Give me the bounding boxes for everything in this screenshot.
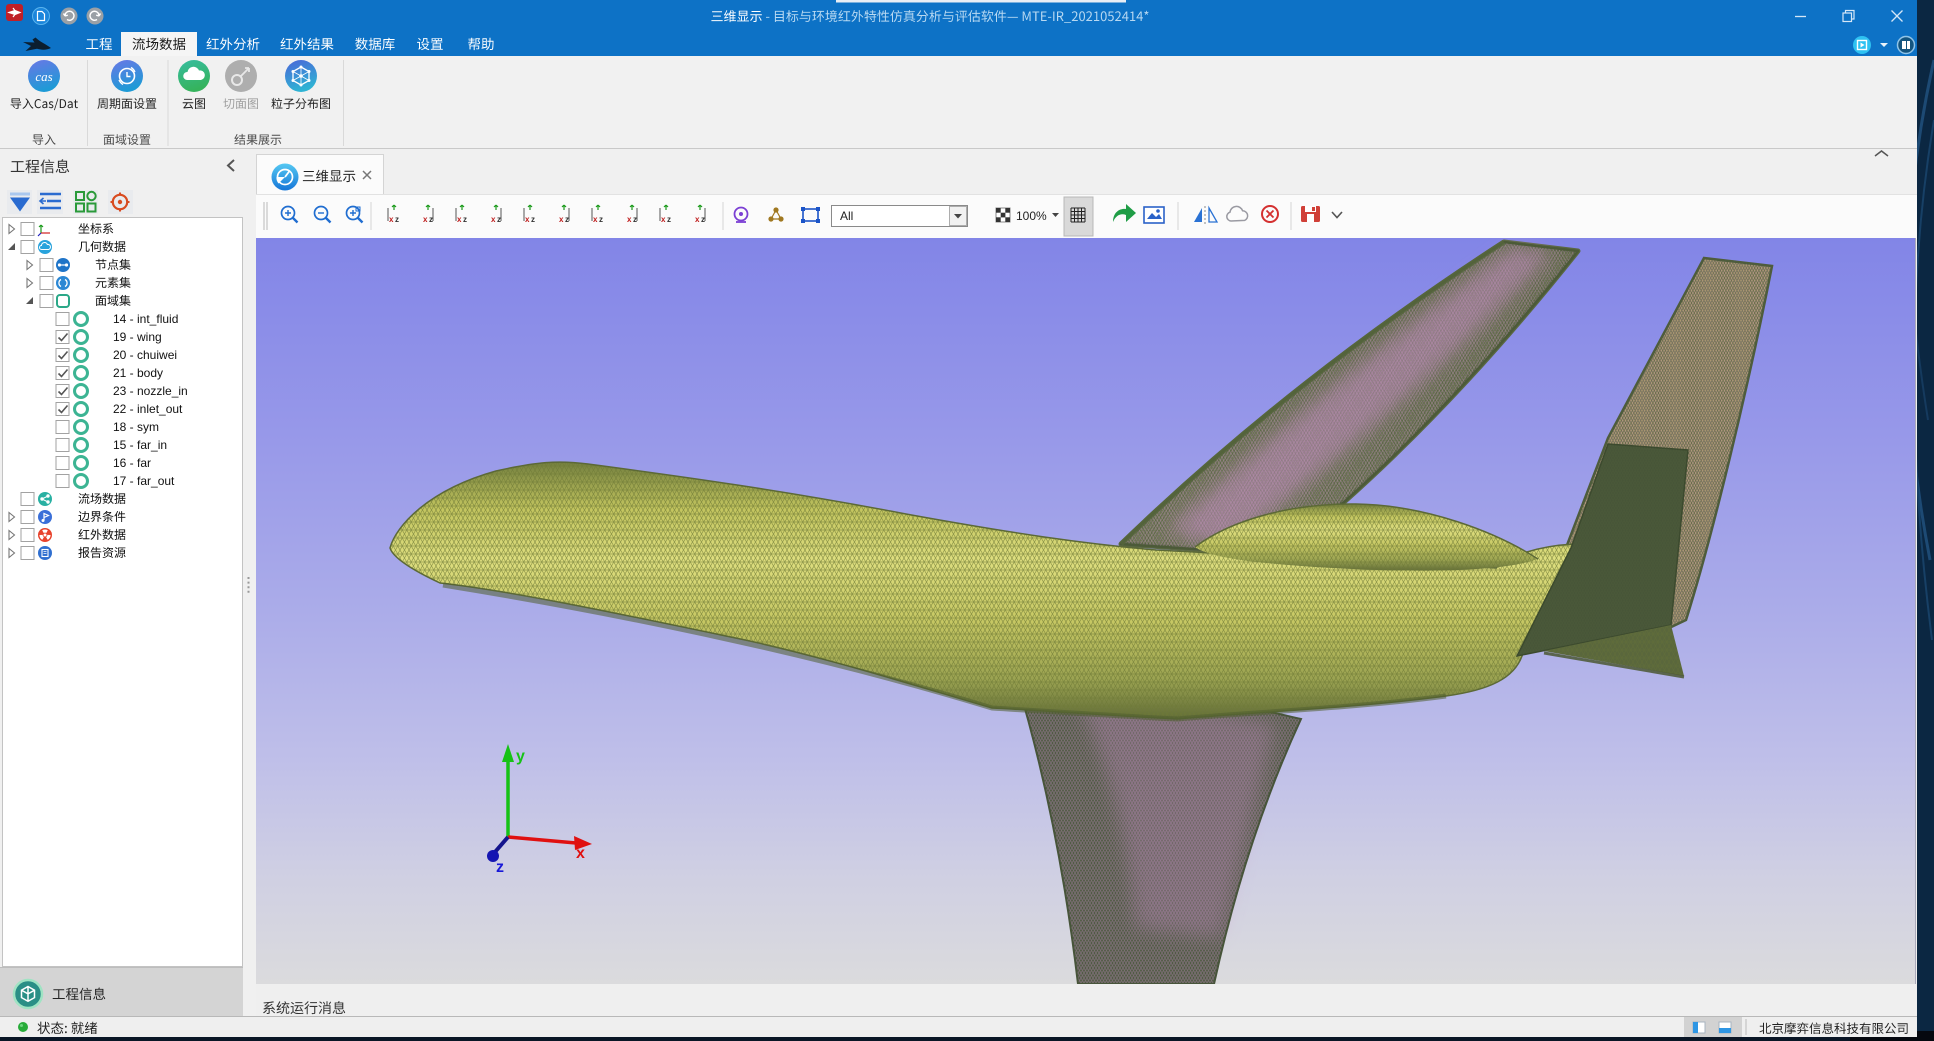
svg-text:z: z [701, 215, 705, 224]
svg-text:100%: 100% [1016, 209, 1047, 223]
svg-text:20 - chuiwei: 20 - chuiwei [113, 348, 177, 362]
svg-text:z: z [633, 215, 637, 224]
svg-text:z: z [565, 215, 569, 224]
svg-text:cas: cas [35, 69, 52, 84]
svg-text:19 - wing: 19 - wing [113, 330, 162, 344]
svg-text:x: x [525, 215, 530, 224]
svg-text:x: x [695, 215, 700, 224]
svg-text:z: z [429, 215, 433, 224]
svg-text:z: z [531, 215, 535, 224]
svg-text:x: x [491, 215, 496, 224]
svg-text:x: x [389, 215, 394, 224]
svg-text:15 - far_in: 15 - far_in [113, 438, 167, 452]
svg-text:x: x [627, 215, 632, 224]
svg-text:z: z [667, 215, 671, 224]
svg-text:14 - int_fluid: 14 - int_fluid [113, 312, 178, 326]
svg-text:z: z [463, 215, 467, 224]
svg-text:21 - body: 21 - body [113, 366, 163, 380]
svg-text:x: x [661, 215, 666, 224]
svg-text:22 - inlet_out: 22 - inlet_out [113, 402, 183, 416]
svg-text:x: x [423, 215, 428, 224]
svg-text:z: z [497, 215, 501, 224]
svg-text:z: z [395, 215, 399, 224]
svg-text:18 - sym: 18 - sym [113, 420, 159, 434]
svg-text:z: z [599, 215, 603, 224]
svg-text:17 - far_out: 17 - far_out [113, 474, 175, 488]
svg-text:23 - nozzle_in: 23 - nozzle_in [113, 384, 188, 398]
svg-text:All: All [840, 209, 853, 223]
svg-text:x: x [559, 215, 564, 224]
svg-text:16 - far: 16 - far [113, 456, 151, 470]
svg-text:x: x [593, 215, 598, 224]
svg-text:x: x [457, 215, 462, 224]
